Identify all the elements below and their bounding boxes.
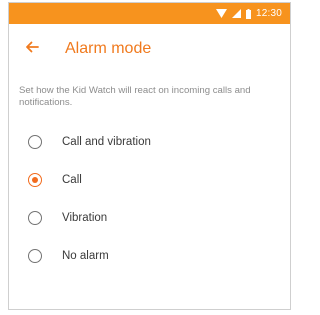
description-text: Set how the Kid Watch will react on inco… <box>19 85 251 108</box>
alarm-mode-options: Call and vibration Call Vibration No ala… <box>9 123 290 275</box>
wifi-icon <box>215 9 227 18</box>
option-vibration[interactable]: Vibration <box>9 199 290 237</box>
app-bar: Alarm mode <box>9 24 290 74</box>
option-label: Call and vibration <box>62 136 151 148</box>
status-bar: 12:30 <box>9 3 290 24</box>
option-label: Vibration <box>62 212 108 224</box>
radio-button[interactable] <box>28 249 42 263</box>
battery-icon <box>245 8 251 19</box>
signal-icon <box>231 9 241 18</box>
radio-button[interactable] <box>28 211 42 225</box>
option-label: No alarm <box>62 250 109 262</box>
status-time: 12:30 <box>255 8 282 19</box>
back-button[interactable] <box>21 38 43 60</box>
option-call[interactable]: Call <box>9 161 290 199</box>
radio-button[interactable] <box>28 135 42 149</box>
option-label: Call <box>62 174 82 186</box>
page-title: Alarm mode <box>65 40 152 57</box>
option-no-alarm[interactable]: No alarm <box>9 237 290 275</box>
radio-button-selected[interactable] <box>28 173 42 187</box>
phone-screen: 12:30 Alarm mode Set how the Kid Watch w… <box>8 2 291 310</box>
option-call-and-vibration[interactable]: Call and vibration <box>9 123 290 161</box>
arrow-left-icon <box>25 40 39 58</box>
